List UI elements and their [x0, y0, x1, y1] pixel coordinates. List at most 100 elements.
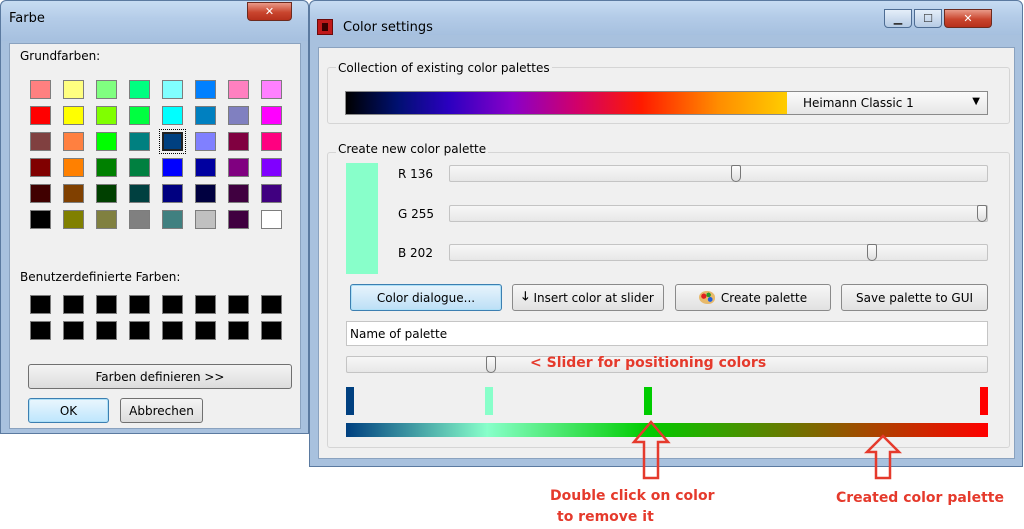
color-settings-title: Color settings	[343, 20, 433, 35]
up-arrow-annotation-left	[631, 420, 671, 480]
color-swatch[interactable]	[195, 80, 216, 99]
color-swatch[interactable]	[129, 158, 150, 177]
color-swatch[interactable]	[129, 80, 150, 99]
color-marker[interactable]	[644, 387, 652, 415]
color-swatch[interactable]	[162, 295, 183, 314]
app-icon	[317, 19, 333, 35]
green-slider-thumb[interactable]	[977, 205, 987, 222]
color-swatch[interactable]	[30, 184, 51, 203]
blue-slider-thumb[interactable]	[867, 244, 877, 261]
color-swatch[interactable]	[261, 106, 282, 125]
color-swatch[interactable]	[63, 158, 84, 177]
color-swatch[interactable]	[162, 321, 183, 340]
color-swatch[interactable]	[63, 80, 84, 99]
color-swatch[interactable]	[63, 184, 84, 203]
color-swatch[interactable]	[129, 295, 150, 314]
color-swatch[interactable]	[261, 80, 282, 99]
red-slider[interactable]	[449, 165, 988, 182]
color-swatch[interactable]	[129, 210, 150, 229]
color-swatch[interactable]	[30, 295, 51, 314]
color-swatch[interactable]	[261, 295, 282, 314]
cancel-button[interactable]: Abbrechen	[120, 398, 203, 423]
color-swatch[interactable]	[129, 132, 150, 151]
color-swatch[interactable]	[96, 295, 117, 314]
color-marker[interactable]	[980, 387, 988, 415]
color-swatch[interactable]	[96, 210, 117, 229]
color-swatch[interactable]	[30, 321, 51, 340]
close-icon[interactable]: ✕	[247, 2, 292, 21]
color-swatch[interactable]	[63, 321, 84, 340]
color-dialogue-button[interactable]: Color dialogue...	[350, 284, 502, 311]
color-swatch[interactable]	[30, 210, 51, 229]
arrow-down-icon: 🡓	[522, 289, 529, 303]
color-swatch[interactable]	[30, 106, 51, 125]
blue-slider[interactable]	[449, 244, 988, 261]
color-swatch[interactable]	[261, 184, 282, 203]
color-swatch[interactable]	[228, 210, 249, 229]
color-swatch[interactable]	[228, 158, 249, 177]
color-swatch[interactable]	[159, 129, 186, 154]
color-settings-window: Color settings ▁ ☐ ✕ Collection of exist…	[309, 0, 1023, 467]
color-swatch[interactable]	[63, 210, 84, 229]
green-slider[interactable]	[449, 205, 988, 222]
color-swatch[interactable]	[30, 80, 51, 99]
ok-button[interactable]: OK	[28, 398, 109, 423]
palette-select[interactable]: Heimann Classic 1 ▼	[345, 91, 988, 115]
color-swatch[interactable]	[261, 321, 282, 340]
palette-icon	[698, 291, 715, 304]
red-slider-thumb[interactable]	[731, 165, 741, 182]
color-swatch[interactable]	[129, 184, 150, 203]
color-swatch[interactable]	[195, 321, 216, 340]
color-swatch[interactable]	[195, 210, 216, 229]
color-swatch[interactable]	[96, 80, 117, 99]
define-colors-button[interactable]: Farben definieren >>	[28, 364, 292, 389]
color-swatch[interactable]	[63, 106, 84, 125]
insert-color-label: Insert color at slider	[533, 290, 654, 305]
save-palette-button[interactable]: Save palette to GUI	[841, 284, 988, 311]
color-swatch[interactable]	[228, 295, 249, 314]
color-swatch[interactable]	[96, 321, 117, 340]
color-swatch[interactable]	[30, 132, 51, 151]
farbe-dialog: Farbe ✕ Grundfarben: Benutzerdefinierte …	[0, 0, 309, 434]
color-swatch[interactable]	[162, 210, 183, 229]
color-swatch[interactable]	[162, 158, 183, 177]
close-icon[interactable]: ✕	[944, 9, 992, 28]
create-palette-button[interactable]: Create palette	[675, 284, 831, 311]
color-swatch[interactable]	[228, 106, 249, 125]
color-marker[interactable]	[485, 387, 493, 415]
color-swatch[interactable]	[63, 132, 84, 151]
position-slider-thumb[interactable]	[486, 356, 496, 373]
color-swatch[interactable]	[195, 106, 216, 125]
color-swatch[interactable]	[228, 80, 249, 99]
color-swatch[interactable]	[96, 132, 117, 151]
color-swatch[interactable]	[261, 132, 282, 151]
color-swatch[interactable]	[162, 184, 183, 203]
color-swatch[interactable]	[129, 321, 150, 340]
up-arrow-annotation-right	[863, 434, 903, 480]
color-swatch[interactable]	[96, 158, 117, 177]
color-swatch[interactable]	[228, 184, 249, 203]
color-swatch[interactable]	[228, 132, 249, 151]
palette-select-value: Heimann Classic 1	[803, 96, 914, 110]
color-swatch[interactable]	[195, 132, 216, 151]
color-swatch[interactable]	[129, 106, 150, 125]
color-swatch[interactable]	[63, 295, 84, 314]
color-swatch[interactable]	[162, 106, 183, 125]
double-click-annotation-line1: Double click on color	[550, 488, 715, 504]
minimize-icon[interactable]: ▁	[884, 9, 912, 28]
color-swatch[interactable]	[261, 210, 282, 229]
color-marker[interactable]	[346, 387, 354, 415]
color-swatch[interactable]	[195, 184, 216, 203]
color-swatch[interactable]	[162, 80, 183, 99]
color-swatch[interactable]	[96, 106, 117, 125]
farbe-client: Grundfarben: Benutzerdefinierte Farben: …	[9, 43, 301, 429]
color-swatch[interactable]	[30, 158, 51, 177]
palette-name-input[interactable]	[346, 321, 988, 346]
color-swatch[interactable]	[195, 295, 216, 314]
maximize-icon[interactable]: ☐	[914, 9, 942, 28]
color-swatch[interactable]	[228, 321, 249, 340]
color-swatch[interactable]	[195, 158, 216, 177]
color-swatch[interactable]	[96, 184, 117, 203]
color-swatch[interactable]	[261, 158, 282, 177]
insert-color-button[interactable]: 🡓 Insert color at slider	[512, 284, 664, 311]
